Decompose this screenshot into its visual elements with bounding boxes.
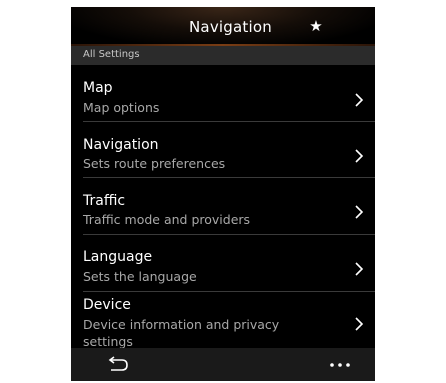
list-item-subtitle: Traffic mode and providers xyxy=(83,212,251,227)
list-item-navigation[interactable]: Navigation Sets route preferences xyxy=(71,122,375,177)
page-title: Navigation xyxy=(189,18,272,36)
header: Navigation ★ xyxy=(71,7,375,44)
star-icon[interactable]: ★ xyxy=(306,16,326,36)
chevron-right-icon xyxy=(355,317,364,331)
list-item-title: Device xyxy=(83,297,131,313)
list-item-subtitle: Sets route preferences xyxy=(83,156,226,171)
chevron-right-icon xyxy=(355,149,364,163)
list-item-subtitle: Sets the language xyxy=(83,269,197,284)
chevron-right-icon xyxy=(355,93,364,107)
list-item-device[interactable]: Device Device information and privacy se… xyxy=(71,292,375,349)
list-item-title: Traffic xyxy=(83,193,126,209)
section-label: All Settings xyxy=(83,49,140,60)
navigation-settings-screen: Navigation ★ All Settings Map Map option… xyxy=(71,7,375,381)
bottom-toolbar xyxy=(71,348,375,381)
list-item-language[interactable]: Language Sets the language xyxy=(71,235,375,291)
list-item-title: Map xyxy=(83,80,113,96)
chevron-right-icon xyxy=(355,205,364,219)
chevron-right-icon xyxy=(355,262,364,276)
list-item-title: Navigation xyxy=(83,137,159,153)
section-header: All Settings xyxy=(71,46,375,65)
list-item-subtitle: Device information and privacy xyxy=(83,317,280,332)
more-options-icon[interactable] xyxy=(325,356,355,374)
back-arrow-icon[interactable] xyxy=(105,355,131,375)
list-item-title: Language xyxy=(83,249,153,265)
list-item-subtitle: Map options xyxy=(83,100,160,115)
list-item-traffic[interactable]: Traffic Traffic mode and providers xyxy=(71,178,375,234)
list-item-map[interactable]: Map Map options xyxy=(71,65,375,121)
